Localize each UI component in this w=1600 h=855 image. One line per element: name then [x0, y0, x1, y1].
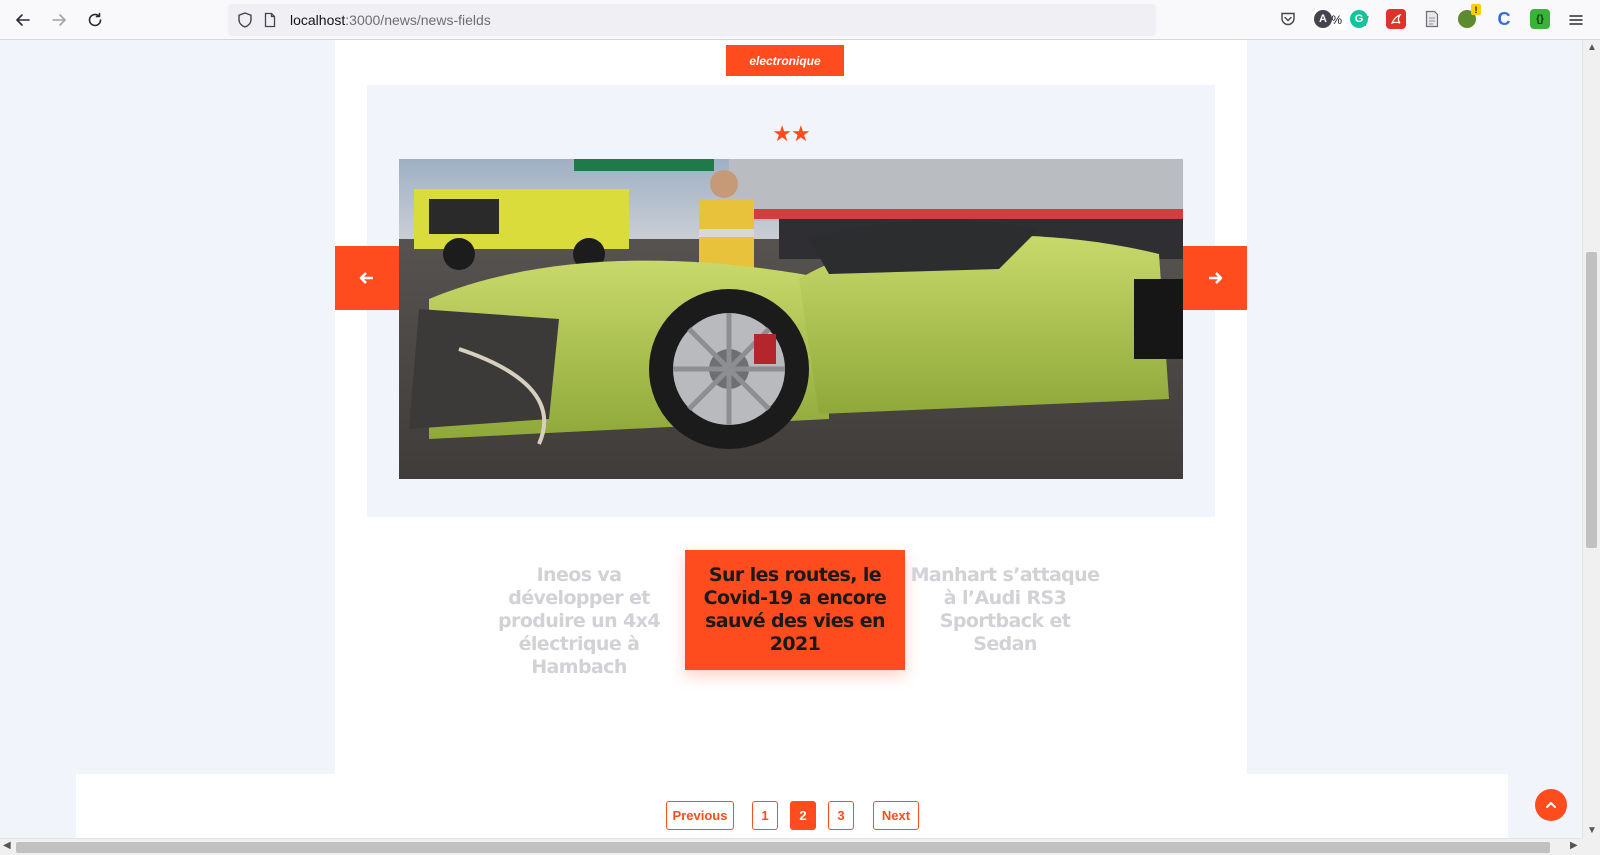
horizontal-scrollbar[interactable]: ◀ ▶ — [0, 838, 1582, 855]
scroll-right-arrow-icon[interactable]: ▶ — [1570, 840, 1578, 851]
json-extension-label: {} — [1536, 13, 1544, 25]
horizontal-scrollbar-thumb[interactable] — [16, 842, 1550, 853]
vertical-scrollbar[interactable]: ▲ ▼ — [1582, 40, 1600, 838]
category-tag[interactable]: electronique — [726, 45, 844, 76]
pagination: Previous 1 2 3 Next — [76, 774, 1508, 838]
back-icon[interactable] — [11, 8, 35, 32]
alert-extension-badge: ! — [1471, 4, 1481, 15]
arrow-right-icon — [1209, 272, 1223, 284]
rating-stars: ★★ — [772, 121, 810, 146]
related-article-active[interactable]: Sur les routes, le Covid-19 a encore sau… — [685, 550, 905, 670]
image-slider: ★★ — [367, 85, 1215, 517]
scroll-to-top-button[interactable] — [1535, 789, 1567, 821]
pagination-next-button[interactable]: Next — [873, 801, 919, 830]
related-article-right[interactable]: Manhart s’attaque à l’Audi RS3 Sportback… — [907, 564, 1103, 656]
browser-toolbar: localhost:3000/news/news-fields 80% A G … — [0, 0, 1600, 40]
arrow-left-icon — [359, 272, 373, 284]
pagination-page-1[interactable]: 1 — [752, 801, 778, 830]
pocket-icon[interactable] — [1278, 9, 1298, 29]
forward-icon[interactable] — [47, 8, 71, 32]
article-photo — [399, 159, 1183, 479]
json-extension-icon[interactable]: {} — [1530, 9, 1550, 29]
c-extension-icon[interactable]: C — [1494, 9, 1514, 29]
article-column: electronique ★★ Ineos va développer et p… — [335, 40, 1247, 774]
slider-prev-button[interactable] — [335, 246, 399, 310]
chevron-up-icon — [1546, 802, 1556, 808]
pdf-icon[interactable] — [1386, 9, 1406, 29]
shield-icon[interactable] — [236, 11, 254, 29]
c-extension-label: C — [1497, 8, 1511, 29]
url-path: :3000/news/news-fields — [345, 12, 491, 28]
hamburger-menu-icon[interactable] — [1564, 8, 1588, 32]
grammarly-icon[interactable]: G — [1350, 10, 1368, 28]
vertical-scrollbar-thumb[interactable] — [1586, 252, 1597, 548]
scroll-up-arrow-icon[interactable]: ▲ — [1587, 42, 1597, 53]
account-icon-label: A — [1319, 13, 1327, 25]
account-icon[interactable]: A — [1314, 10, 1332, 28]
grammarly-icon-label: G — [1354, 13, 1364, 25]
page-icon — [262, 12, 278, 28]
alert-extension-icon[interactable]: ! — [1458, 4, 1481, 28]
scroll-down-arrow-icon[interactable]: ▼ — [1587, 825, 1597, 836]
pagination-previous-button[interactable]: Previous — [666, 801, 734, 830]
scrollbar-corner — [1582, 838, 1600, 855]
related-article-left[interactable]: Ineos va développer et produire un 4x4 é… — [483, 564, 675, 679]
reload-icon[interactable] — [83, 8, 107, 32]
url-host: localhost — [290, 12, 346, 28]
pagination-page-3[interactable]: 3 — [828, 801, 854, 830]
address-bar[interactable]: localhost:3000/news/news-fields 80% — [228, 4, 1369, 36]
crashed-car-photo — [399, 159, 1183, 479]
pagination-page-2[interactable]: 2 — [790, 801, 816, 830]
page-viewport: electronique ★★ Ineos va développer et p… — [0, 40, 1582, 838]
document-icon[interactable] — [1422, 9, 1442, 29]
url-text[interactable]: localhost:3000/news/news-fields — [290, 12, 491, 28]
slider-next-button[interactable] — [1183, 246, 1247, 310]
scroll-left-arrow-icon[interactable]: ◀ — [3, 840, 11, 851]
related-articles-carousel: Ineos va développer et produire un 4x4 é… — [335, 550, 1247, 690]
